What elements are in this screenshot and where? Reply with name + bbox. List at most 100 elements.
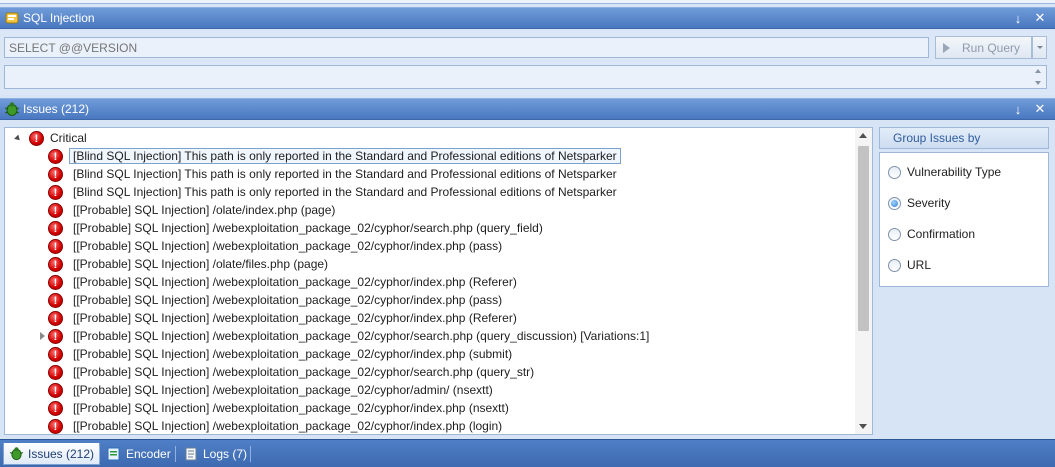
pin-icon[interactable]: ↓ xyxy=(1011,11,1025,26)
radio-button[interactable] xyxy=(888,196,901,210)
run-query-label: Run Query xyxy=(962,40,1021,55)
group-option-label: Vulnerability Type xyxy=(907,165,1002,179)
pin-icon[interactable]: ↓ xyxy=(1011,102,1025,117)
critical-icon: ! xyxy=(48,328,63,344)
tree-group-critical[interactable]: ! Critical xyxy=(13,129,87,147)
issue-row[interactable]: ! [[Probable] SQL Injection] /webexploita… xyxy=(48,309,521,327)
issue-row-label: [[Probable] SQL Injection] /webexploitat… xyxy=(73,275,517,289)
issue-row-label: [Blind SQL Injection] This path is only … xyxy=(73,185,617,199)
group-label: Critical xyxy=(50,131,87,145)
group-issues-options: Vulnerability Type Severity Confirmation UR… xyxy=(879,152,1049,287)
issue-row-label: [[Probable] SQL Injection] /olate/files.… xyxy=(73,257,329,271)
tab-divider xyxy=(175,446,176,462)
chevron-up-icon[interactable] xyxy=(1035,69,1041,73)
critical-icon: ! xyxy=(48,346,63,362)
issue-row-label: [[Probable] SQL Injection] /webexploitat… xyxy=(73,401,509,415)
expand-icon[interactable] xyxy=(37,331,47,341)
issue-row-label: [[Probable] SQL Injection] /webexploitat… xyxy=(73,383,493,397)
issue-row[interactable]: ! [[Probable] SQL Injection] /olate/index… xyxy=(48,201,339,219)
tab-issues-label: Issues (212) xyxy=(28,446,95,461)
bottom-tab-bar: Issues (212) Encoder Logs (7) xyxy=(0,439,1055,467)
critical-icon: ! xyxy=(48,238,63,254)
issue-row[interactable]: ! [Blind SQL Injection] This path is only… xyxy=(48,147,621,165)
issues-panel: ! Critical ! [Blind SQL Injection] This p… xyxy=(0,121,1055,439)
group-issues-panel: Group Issues by Vulnerability Type Severi… xyxy=(879,127,1049,287)
issue-row[interactable]: ! [[Probable] SQL Injection] /webexploita… xyxy=(48,291,506,309)
query-input[interactable] xyxy=(4,37,929,58)
bug-icon xyxy=(4,101,20,117)
collapse-icon[interactable] xyxy=(13,133,23,143)
top-edge xyxy=(0,0,1055,4)
group-option[interactable]: URL xyxy=(888,258,931,272)
issue-row[interactable]: ! [[Probable] SQL Injection] /webexploita… xyxy=(39,327,653,345)
close-icon[interactable]: ✕ xyxy=(1033,101,1047,117)
radio-button[interactable] xyxy=(888,227,901,241)
issues-titlebar: Issues (212) ↓ ✕ xyxy=(0,98,1055,120)
logs-icon xyxy=(183,446,199,462)
critical-icon: ! xyxy=(48,256,63,272)
run-query-button[interactable]: Run Query xyxy=(935,36,1032,59)
vertical-scrollbar[interactable] xyxy=(855,128,872,434)
group-option[interactable]: Vulnerability Type xyxy=(888,165,1001,179)
issue-row[interactable]: ! [[Probable] SQL Injection] /webexploita… xyxy=(48,363,538,381)
issue-row-label: [[Probable] SQL Injection] /webexploitat… xyxy=(73,329,650,343)
critical-icon: ! xyxy=(48,274,63,290)
group-option[interactable]: Confirmation xyxy=(888,227,975,241)
sql-injection-panel: Run Query xyxy=(0,31,1055,95)
critical-icon: ! xyxy=(48,166,63,182)
critical-icon: ! xyxy=(48,184,63,200)
issue-row-label: [[Probable] SQL Injection] /webexploitat… xyxy=(73,347,513,361)
tab-encoder[interactable]: Encoder xyxy=(102,443,176,465)
play-icon xyxy=(943,42,950,53)
issue-row[interactable]: ! [Blind SQL Injection] This path is only… xyxy=(48,165,621,183)
issue-row-label: [[Probable] SQL Injection] /olate/index.… xyxy=(73,203,336,217)
chevron-down-icon[interactable] xyxy=(1035,81,1041,85)
group-option-label: Severity xyxy=(907,196,951,210)
tab-encoder-label: Encoder xyxy=(126,447,171,461)
critical-icon: ! xyxy=(48,310,63,326)
scroll-down-icon[interactable] xyxy=(859,424,867,429)
critical-icon: ! xyxy=(48,400,63,416)
query-result-box[interactable] xyxy=(4,65,1047,89)
scroll-thumb[interactable] xyxy=(858,146,869,331)
chevron-down-icon xyxy=(1036,46,1043,49)
run-query-dropdown[interactable] xyxy=(1032,36,1047,59)
sql-injection-title: SQL Injection xyxy=(23,11,95,25)
issue-row-label: [[Probable] SQL Injection] /webexploitat… xyxy=(73,311,517,325)
issue-row[interactable]: ! [[Probable] SQL Injection] /webexploita… xyxy=(48,219,547,237)
critical-icon: ! xyxy=(48,202,63,218)
issue-row-label: [[Probable] SQL Injection] /webexploitat… xyxy=(73,419,503,433)
issue-row-label: [Blind SQL Injection] This path is only … xyxy=(69,148,621,164)
issue-row[interactable]: ! [[Probable] SQL Injection] /webexploita… xyxy=(48,399,513,417)
close-icon[interactable]: ✕ xyxy=(1033,10,1047,26)
scroll-up-icon[interactable] xyxy=(859,133,867,138)
sql-injection-titlebar: SQL Injection ↓ ✕ xyxy=(0,7,1055,29)
radio-button[interactable] xyxy=(888,165,901,179)
critical-icon: ! xyxy=(48,418,63,434)
issue-row[interactable]: ! [[Probable] SQL Injection] /webexploita… xyxy=(48,417,506,434)
issue-row[interactable]: ! [[Probable] SQL Injection] /olate/files… xyxy=(48,255,332,273)
encoder-icon xyxy=(106,446,122,462)
issue-row[interactable]: ! [[Probable] SQL Injection] /webexploita… xyxy=(48,381,497,399)
tab-issues[interactable]: Issues (212) xyxy=(3,443,101,465)
issue-row[interactable]: ! [Blind SQL Injection] This path is only… xyxy=(48,183,621,201)
issue-row[interactable]: ! [[Probable] SQL Injection] /webexploita… xyxy=(48,273,521,291)
radio-button[interactable] xyxy=(888,258,901,272)
group-issues-header: Group Issues by xyxy=(879,127,1049,149)
issue-row-label: [[Probable] SQL Injection] /webexploitat… xyxy=(73,221,543,235)
issues-tree[interactable]: ! Critical ! [Blind SQL Injection] This p… xyxy=(4,127,873,435)
bug-icon xyxy=(8,446,24,462)
issues-title: Issues (212) xyxy=(23,102,90,116)
critical-icon: ! xyxy=(48,292,63,308)
critical-icon: ! xyxy=(29,130,44,146)
group-option-label: Confirmation xyxy=(907,227,976,241)
issue-row-label: [[Probable] SQL Injection] /webexploitat… xyxy=(73,365,535,379)
tab-divider xyxy=(250,446,251,462)
issue-row[interactable]: ! [[Probable] SQL Injection] /webexploita… xyxy=(48,345,516,363)
tab-logs[interactable]: Logs (7) xyxy=(179,443,252,465)
critical-icon: ! xyxy=(48,364,63,380)
group-option[interactable]: Severity xyxy=(888,196,950,210)
issue-row[interactable]: ! [[Probable] SQL Injection] /webexploita… xyxy=(48,237,506,255)
result-scroll[interactable] xyxy=(1033,69,1043,85)
issue-row-label: [[Probable] SQL Injection] /webexploitat… xyxy=(73,293,503,307)
